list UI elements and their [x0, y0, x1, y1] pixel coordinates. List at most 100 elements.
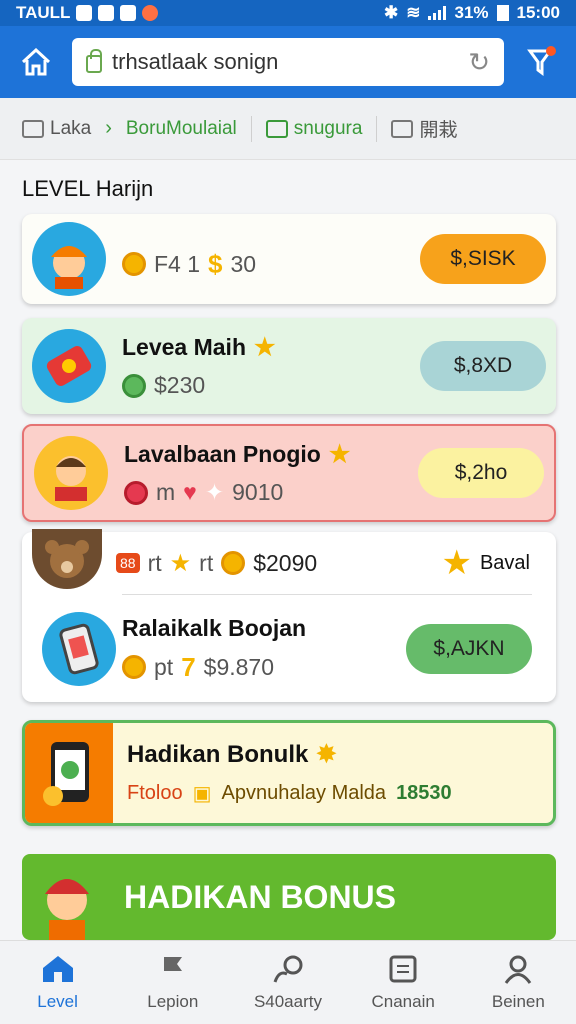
- nav-label: Beinen: [491, 991, 545, 1011]
- amount-value: $2090: [253, 549, 318, 576]
- star-icon: ★: [169, 549, 192, 577]
- divider: [250, 115, 252, 142]
- level-card[interactable]: F4 1 $ 30 $,SISK: [22, 214, 556, 304]
- promo-text: Ftoloo: [127, 782, 183, 804]
- reload-icon[interactable]: ↻: [468, 47, 490, 78]
- nav-beinen[interactable]: Beinen: [463, 954, 573, 1012]
- user-icon: [505, 955, 532, 984]
- nav-lepion[interactable]: Lepion: [118, 954, 228, 1012]
- level-card-highlighted[interactable]: Lavalbaan Pnogio ★ m ♥ ✦ 9010 $,2ho: [22, 424, 556, 522]
- sparkle-icon: ✸: [316, 741, 337, 768]
- tab-settings[interactable]: 開栽: [391, 115, 457, 142]
- meta-text: m: [156, 479, 176, 505]
- puzzle-icon: ✦: [204, 479, 225, 505]
- meta-text: F4 1: [154, 250, 201, 277]
- badge: 88: [116, 553, 140, 573]
- promo-title: Hadikan Bonulk: [127, 740, 309, 768]
- phone-illustration: [25, 723, 113, 823]
- nav-level[interactable]: Level: [3, 954, 113, 1012]
- notification-icon: [98, 5, 115, 21]
- cube-icon: [22, 119, 44, 138]
- folder-icon: [265, 119, 288, 138]
- meta-text: rt: [199, 549, 214, 576]
- coin-icon: [221, 551, 246, 575]
- signal-icon: [428, 6, 447, 20]
- claim-button[interactable]: $,2ho: [418, 448, 544, 498]
- divider: [376, 115, 378, 142]
- claim-button[interactable]: $,8XD: [420, 341, 546, 391]
- flag-icon: [163, 956, 182, 982]
- tab-label: Laka: [50, 117, 92, 139]
- promo-value: 18530: [396, 782, 452, 804]
- tab-label: snugura: [293, 117, 363, 139]
- battery-icon: [496, 5, 509, 21]
- reward-list-card: 88 rt ★ rt $2090 ★ Baval Ralaikalk Booja…: [22, 529, 556, 702]
- nav-label: Lepion: [147, 991, 199, 1011]
- battery-percent: 31%: [454, 3, 489, 22]
- tab-label: BoruMoulaial: [125, 117, 237, 139]
- reward-row[interactable]: Ralaikalk Boojan pt 7 $9.870 $,AJKN: [42, 594, 532, 702]
- meta-text: rt: [147, 549, 162, 576]
- amount-value: 30: [230, 250, 257, 277]
- list-icon: [389, 955, 417, 982]
- home-button[interactable]: [14, 40, 58, 84]
- coin-icon: [122, 252, 146, 276]
- status-bar: TAULL ✱ ≋ 31% 15:00: [0, 0, 576, 26]
- banner-label: HADIKAN BONUS: [124, 878, 396, 915]
- clock: 15:00: [516, 3, 560, 22]
- claim-button[interactable]: $,SISK: [420, 234, 546, 284]
- heart-icon: ♥: [183, 479, 197, 505]
- bonus-promo-card[interactable]: Hadikan Bonulk ✸ Ftoloo ▣ Apvnuhalay Mal…: [22, 720, 556, 826]
- page-title: LEVEL Harijn: [22, 176, 154, 201]
- promo-text: Apvnuhalay Malda: [221, 782, 387, 804]
- dollar-icon: $: [208, 248, 223, 279]
- bluetooth-icon: ✱: [383, 3, 399, 22]
- game-avatar: [32, 329, 106, 403]
- nav-label: S40aarty: [253, 991, 322, 1011]
- bottom-navigation: Level Lepion S40aarty Cnanain Beinen: [0, 940, 576, 1024]
- coin-icon: [124, 480, 148, 505]
- star-icon: ★: [441, 544, 472, 582]
- bonus-link[interactable]: ★ Baval: [441, 543, 530, 583]
- address-bar[interactable]: trhsatlaak sonign ↻: [72, 38, 504, 86]
- carrier-label: TAULL: [16, 3, 71, 22]
- url-text[interactable]: trhsatlaak sonign: [112, 49, 458, 75]
- amount-value: $9.870: [203, 653, 275, 680]
- nav-s40aarty[interactable]: S40aarty: [233, 954, 343, 1012]
- notification-icon: [120, 5, 137, 21]
- worker-avatar: [32, 222, 106, 296]
- lock-icon: [86, 49, 102, 73]
- level-card[interactable]: Levea Maih ★ $230 $,8XD: [22, 318, 556, 414]
- tab-laka[interactable]: Laka: [22, 118, 91, 140]
- reward-row[interactable]: 88 rt ★ rt $2090 ★ Baval: [22, 529, 556, 594]
- mascot-illustration: [22, 854, 112, 940]
- card-title: Levea Maih: [122, 334, 246, 360]
- tab-strip: Laka › BoruMoulaial snugura 開栽: [0, 98, 576, 160]
- bonus-banner-button[interactable]: HADIKAN BONUS: [22, 854, 556, 940]
- location-icon: [273, 955, 303, 983]
- meta-text: pt: [154, 653, 174, 680]
- nav-label: Cnanain: [371, 991, 435, 1011]
- amount-value: $230: [154, 372, 206, 398]
- browser-toolbar: trhsatlaak sonign ↻: [0, 26, 576, 98]
- tab-label: 開栽: [419, 120, 458, 141]
- tab-borumoulaial[interactable]: BoruMoulaial: [126, 118, 237, 140]
- card-title: Lavalbaan Pnogio: [124, 441, 321, 467]
- coin-icon: [122, 655, 146, 679]
- bear-avatar: [32, 529, 102, 589]
- gift-icon: ▣: [192, 783, 212, 805]
- nav-cnanain[interactable]: Cnanain: [348, 954, 458, 1012]
- amount-value: 9010: [232, 479, 284, 505]
- star-icon: ★: [254, 334, 276, 361]
- claim-button[interactable]: $,AJKN: [406, 623, 532, 674]
- home-icon: [42, 955, 73, 982]
- nav-label: Level: [37, 991, 78, 1011]
- tab-snugura[interactable]: snugura: [265, 117, 363, 140]
- home-icon: [21, 48, 51, 76]
- star-icon: ★: [328, 441, 351, 468]
- notification-dot: [546, 46, 556, 56]
- menu-button[interactable]: [518, 40, 562, 84]
- phone-avatar: [42, 611, 116, 686]
- card-title: Ralaikalk Boojan: [122, 614, 307, 641]
- boy-avatar: [34, 436, 108, 510]
